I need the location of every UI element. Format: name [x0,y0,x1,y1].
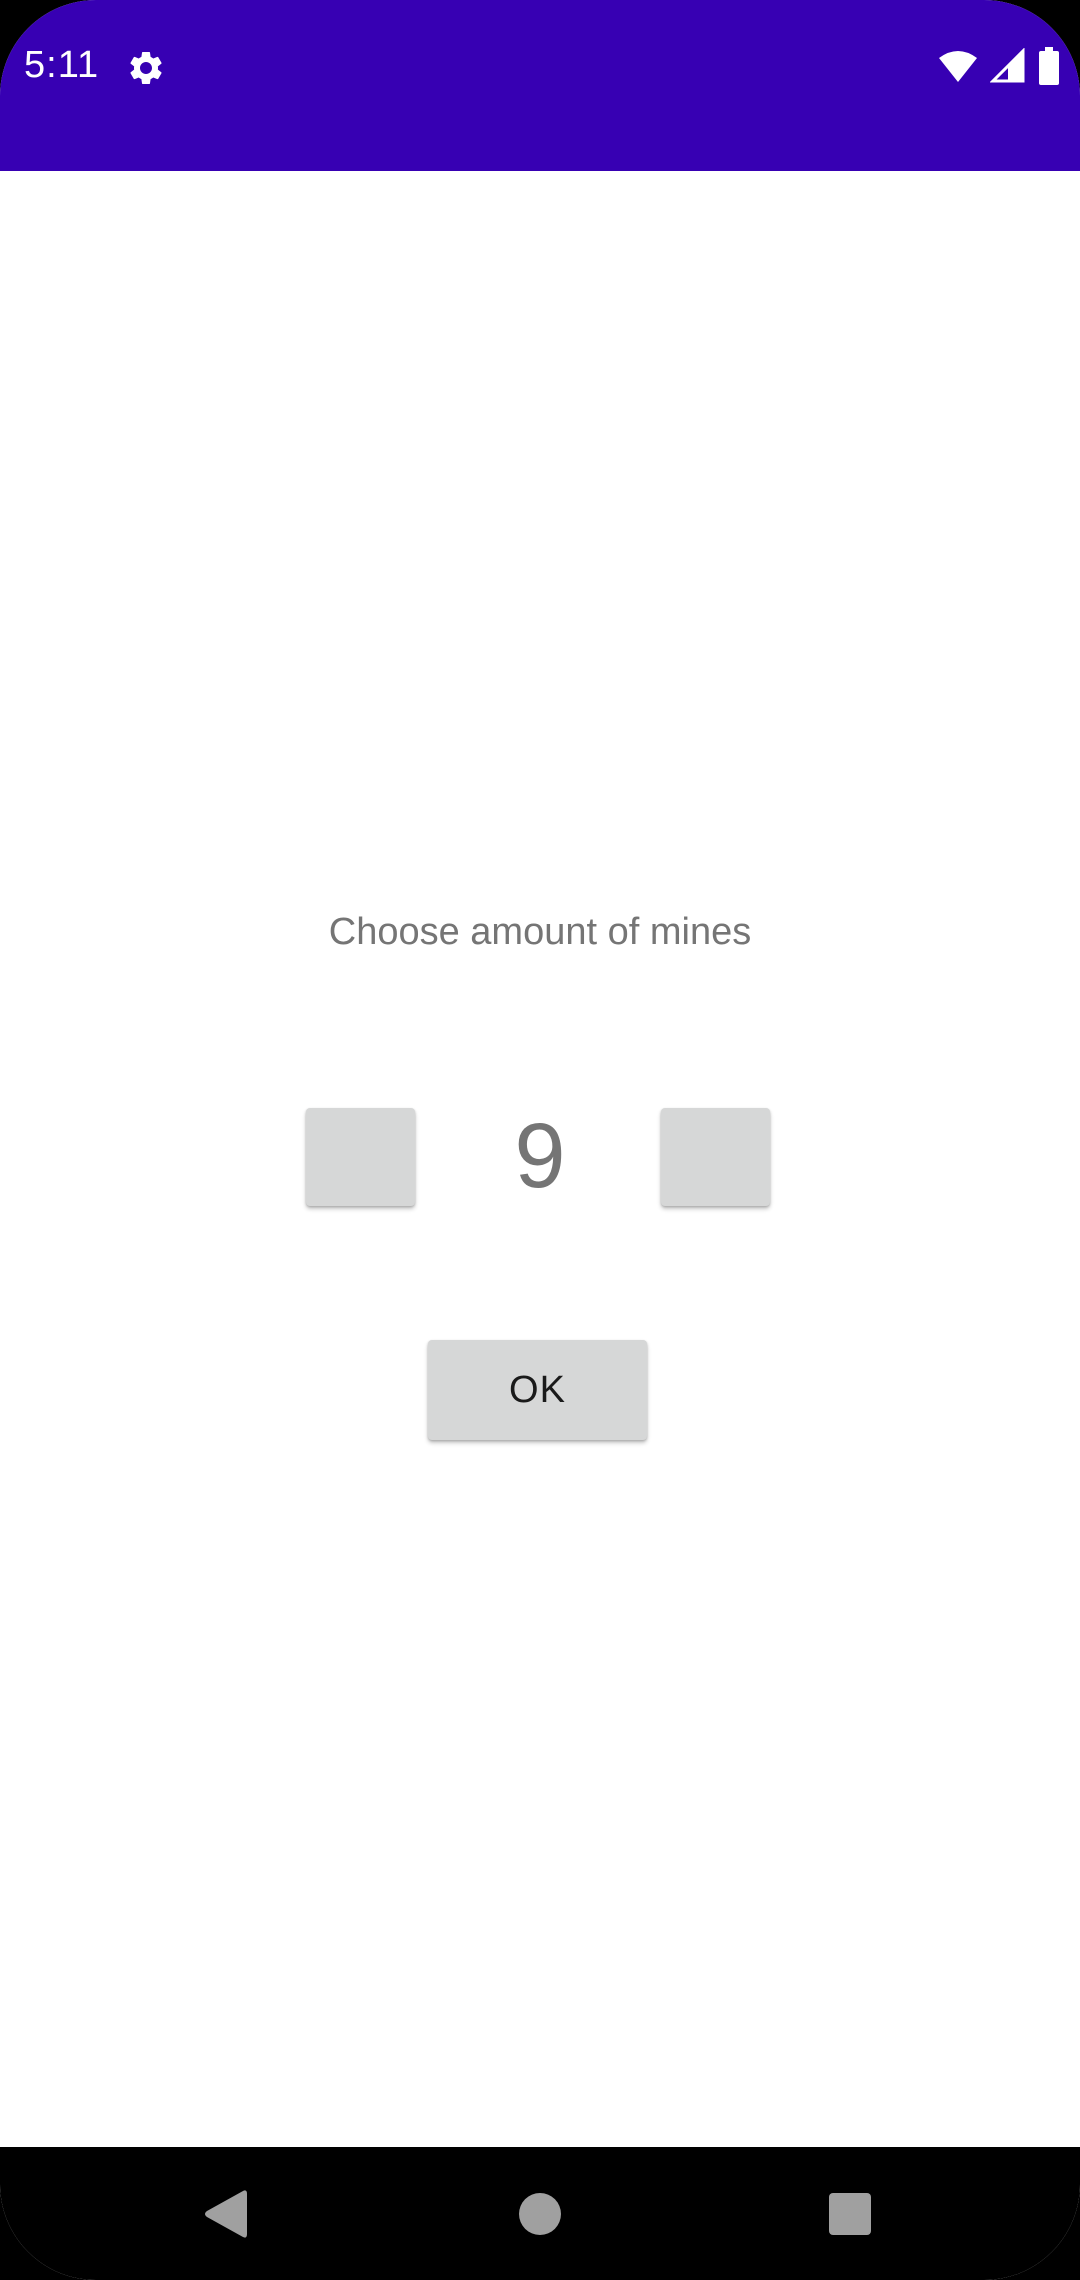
cellular-signal-icon [989,46,1026,89]
status-icons [938,46,1060,90]
decrement-mines-button[interactable] [306,1108,415,1206]
home-icon[interactable] [519,2193,561,2235]
main-content: Choose amount of mines 9 OK [0,171,1080,2147]
mine-count-prompt: Choose amount of mines [328,911,752,953]
recents-icon[interactable] [829,2193,871,2235]
app-screen: 5:11 Choose amount of mines 9 OK [0,0,1080,2280]
ok-button[interactable]: OK [428,1340,647,1440]
increment-mines-button[interactable] [661,1108,770,1206]
wifi-icon [938,48,978,89]
status-bar: 5:11 [0,0,1080,171]
navigation-bar [0,2147,1080,2280]
back-icon[interactable] [203,2189,247,2239]
ok-button-label: OK [509,1368,566,1411]
status-time: 5:11 [24,44,100,86]
settings-gear-icon [126,48,166,88]
battery-icon [1038,46,1060,90]
mine-count-value: 9 [514,1105,566,1207]
